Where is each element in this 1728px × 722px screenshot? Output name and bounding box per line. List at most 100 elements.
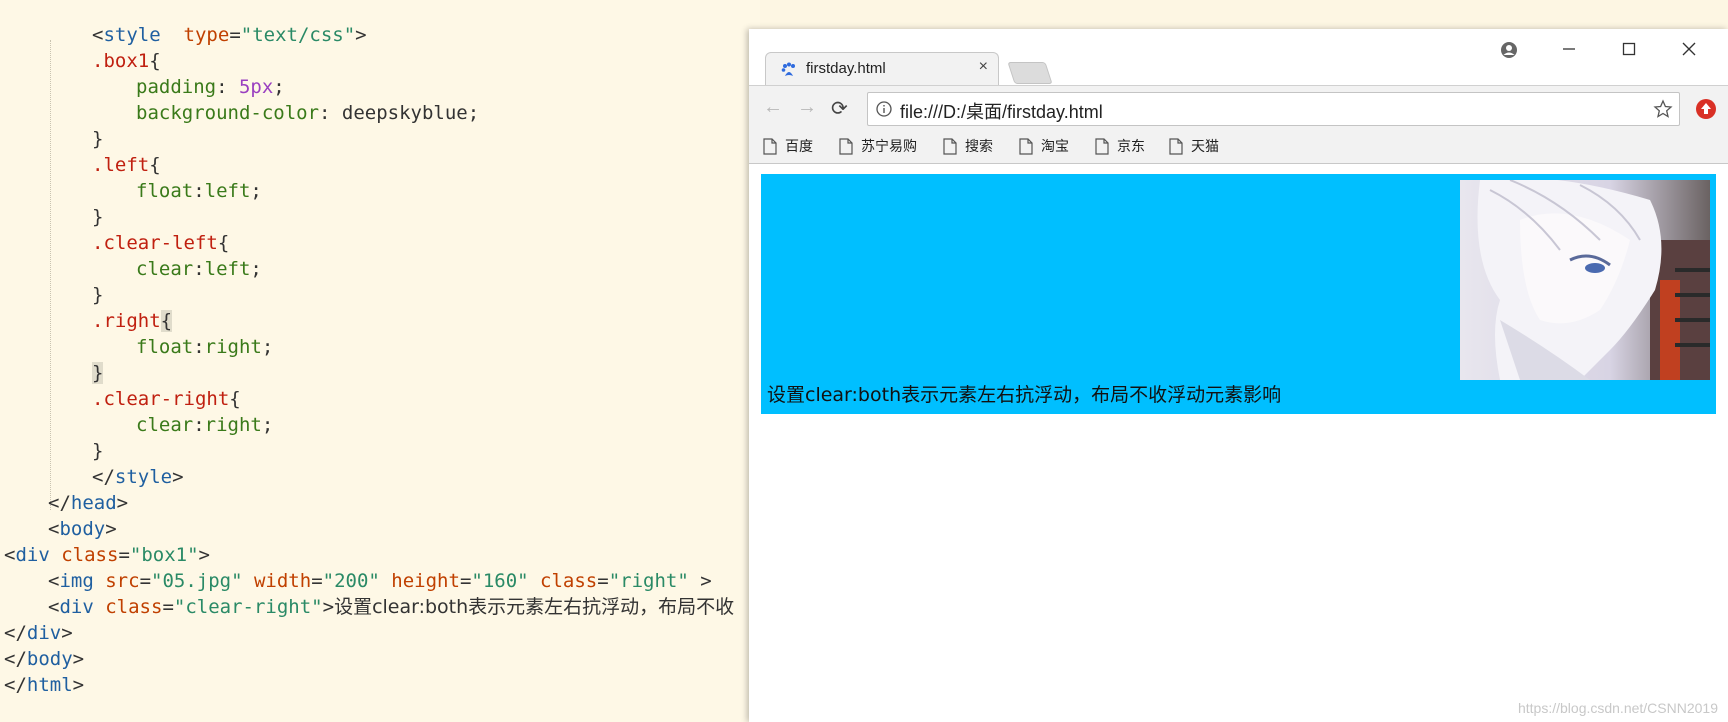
code-line: </head> [48, 490, 128, 516]
code-line: .right{ [92, 308, 173, 334]
code-token: "05.jpg" [151, 570, 243, 592]
code-token: 5px [238, 76, 274, 98]
page-icon [1169, 137, 1183, 155]
code-line: float:right; [136, 334, 273, 360]
page-icon [763, 137, 777, 155]
code-line: } [92, 204, 103, 230]
code-token: < [4, 544, 16, 566]
tab-title: firstday.html [806, 60, 886, 77]
code-token: width [253, 570, 312, 592]
code-token: class [105, 596, 163, 618]
deepskyblue-box: 设置clear:both表示元素左右抗浮动，布局不收浮动元素影响 [761, 174, 1716, 414]
code-token: .clear-right [92, 388, 230, 410]
code-token: { [149, 50, 161, 72]
reload-icon[interactable]: ⟳ [831, 96, 848, 121]
bookmark-label: 天猫 [1191, 138, 1219, 154]
close-window-button[interactable] [1669, 35, 1709, 65]
address-bar[interactable]: file:///D:/桌面/firstday.html [867, 92, 1680, 126]
forward-icon[interactable]: → [797, 96, 817, 119]
code-editor[interactable]: <style type="text/css"> .box1{padding: 5p… [0, 0, 760, 722]
code-token: : [216, 76, 239, 98]
back-icon[interactable]: ← [763, 96, 783, 119]
code-token: </ [4, 622, 27, 644]
tab-firstday[interactable]: firstday.html × [765, 52, 999, 86]
bookmark-item[interactable]: 百度 [763, 136, 813, 156]
code-token: ; [250, 258, 262, 280]
code-line: padding: 5px; [136, 74, 285, 100]
code-token: div [26, 622, 62, 644]
code-token: right [204, 414, 262, 436]
code-line: } [92, 360, 104, 386]
bookmark-label: 京东 [1117, 138, 1145, 154]
clear-right-text: 设置clear:both表示元素左右抗浮动，布局不收浮动元素影响 [767, 384, 1282, 406]
code-token: } [92, 128, 104, 150]
code-line: .clear-left{ [92, 230, 229, 256]
bookmark-item[interactable]: 天猫 [1169, 136, 1219, 156]
bookmark-label: 淘宝 [1041, 138, 1069, 154]
code-token: class [61, 544, 119, 566]
indent-guide [50, 40, 51, 510]
upload-extension-icon[interactable] [1695, 98, 1717, 120]
code-line: <div class="box1"> [4, 542, 210, 568]
code-token: class [540, 570, 598, 592]
code-token: = [229, 24, 241, 46]
code-token: ; [261, 336, 274, 358]
code-token: : [193, 258, 205, 280]
code-line: <img src="05.jpg" width="200" height="16… [48, 568, 712, 594]
new-tab-button[interactable] [1007, 62, 1053, 84]
title-bar: firstday.html × [749, 29, 1728, 86]
code-token: = [139, 570, 152, 592]
code-token: = [118, 544, 130, 566]
code-line: </html> [4, 672, 84, 698]
code-line: background-color: deepskyblue; [136, 100, 479, 126]
code-line: <style type="text/css"> [92, 22, 367, 48]
code-token: { [229, 388, 241, 410]
code-token: "right" [608, 570, 689, 592]
minimize-button[interactable] [1549, 35, 1589, 65]
bookmark-item[interactable]: 淘宝 [1019, 136, 1069, 156]
code-token: > [72, 674, 85, 696]
code-token: > [105, 518, 117, 540]
code-token: .clear-left [92, 232, 218, 254]
page-icon [839, 137, 853, 155]
code-token: > [172, 466, 184, 488]
star-icon[interactable] [1653, 99, 1673, 119]
code-token: clear [136, 414, 194, 436]
code-token: : [193, 180, 205, 202]
code-token: background-color [136, 102, 320, 124]
code-token: .right [92, 310, 161, 332]
code-token: ; [273, 76, 285, 98]
code-line: float:left; [136, 178, 262, 204]
code-token: { [149, 154, 161, 176]
code-token: </ [4, 648, 27, 670]
maximize-button[interactable] [1609, 35, 1649, 65]
code-token: > [72, 648, 85, 670]
info-icon[interactable] [876, 101, 892, 117]
account-icon[interactable] [1489, 35, 1529, 65]
bookmark-item[interactable]: 苏宁易购 [839, 136, 917, 156]
tab-close-icon[interactable]: × [979, 58, 988, 76]
code-line: } [92, 438, 103, 464]
code-token: < [48, 518, 60, 540]
code-line: </style> [92, 464, 184, 490]
bookmark-item[interactable]: 京东 [1095, 136, 1145, 156]
code-token: clear [136, 258, 194, 280]
code-line: clear:left; [136, 256, 262, 282]
code-token: height [391, 570, 460, 592]
code-token: } [92, 284, 104, 306]
code-token: > [688, 570, 712, 592]
url-text: file:///D:/桌面/firstday.html [900, 102, 1103, 122]
code-token: .left [92, 154, 150, 176]
code-line: .left{ [92, 152, 161, 178]
code-token: : deepskyblue; [319, 102, 480, 124]
code-token: body [59, 518, 106, 540]
code-token: padding [136, 76, 217, 98]
code-token: = [597, 570, 609, 592]
bookmark-item[interactable]: 搜索 [943, 136, 993, 156]
code-token: </ [48, 492, 71, 514]
code-token: > [116, 492, 129, 514]
